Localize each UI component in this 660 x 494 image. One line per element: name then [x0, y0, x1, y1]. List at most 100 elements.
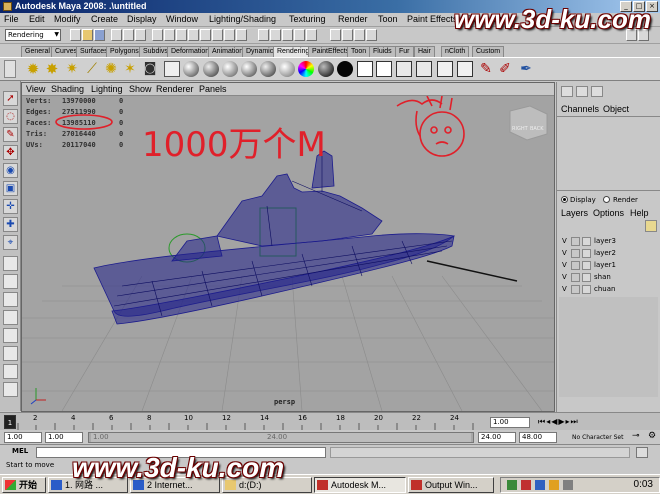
paint-icon[interactable]: ✎ — [478, 61, 494, 77]
custom-layout-icon[interactable] — [3, 382, 18, 397]
layer-visibility[interactable]: V — [562, 237, 567, 245]
menu-toon[interactable]: Toon — [378, 14, 398, 24]
panel-menu-lighting[interactable]: Lighting — [91, 84, 123, 94]
panel-menu-shading[interactable]: Shading — [51, 84, 84, 94]
select-deformations-icon[interactable] — [200, 29, 211, 41]
playback-start-field[interactable]: 1.00 — [45, 432, 83, 443]
render-radio[interactable] — [603, 196, 610, 203]
brush-icon[interactable]: ✒ — [518, 61, 534, 77]
menu-paint-effects[interactable]: Paint Effects — [407, 14, 457, 24]
character-set-menu[interactable]: No Character Set — [572, 432, 630, 443]
snap-view-plane-icon[interactable] — [294, 29, 305, 41]
soft-modification-icon[interactable]: ✚ — [3, 217, 18, 232]
panel-menu-view[interactable]: View — [26, 84, 45, 94]
layer-color-box[interactable] — [582, 273, 591, 282]
layer-visibility[interactable]: V — [562, 285, 567, 293]
show-manipulator-icon[interactable]: ⌖ — [3, 235, 18, 250]
layer-menu-layers[interactable]: Layers — [561, 208, 588, 218]
layer-row[interactable]: V chuan — [559, 284, 659, 295]
layer-row[interactable]: V layer1 — [559, 260, 659, 271]
material-sphere-icon[interactable] — [183, 61, 199, 77]
panel-menu-show[interactable]: Show — [129, 84, 152, 94]
select-tool-icon[interactable]: ➚ — [3, 91, 18, 106]
hypershade-persp-layout-icon[interactable] — [3, 328, 18, 343]
layer-menu-help[interactable]: Help — [630, 208, 649, 218]
paint-icon[interactable]: ✐ — [497, 61, 513, 77]
black-sphere-icon[interactable] — [337, 61, 353, 77]
single-perspective-layout-icon[interactable] — [3, 256, 18, 271]
display-radio[interactable] — [561, 196, 568, 203]
layer-row[interactable]: V layer3 — [559, 236, 659, 247]
current-time-marker[interactable]: 1 — [4, 415, 16, 429]
select-component-icon[interactable] — [135, 29, 146, 41]
shelf-tab-polygons[interactable]: Polygons — [106, 46, 143, 57]
key-icon[interactable]: ⊸ — [632, 431, 640, 441]
area-light-icon[interactable]: ⟋ — [84, 61, 100, 77]
persp-outliner-layout-icon[interactable] — [3, 292, 18, 307]
hypershade-icon[interactable] — [457, 61, 473, 77]
layer-type-box[interactable] — [571, 249, 580, 258]
batch-render-icon[interactable] — [416, 61, 432, 77]
layer-visibility[interactable]: V — [562, 273, 567, 281]
layer-row[interactable]: V shan — [559, 272, 659, 283]
custom-layout-icon[interactable] — [3, 364, 18, 379]
layer-row[interactable]: V layer2 — [559, 248, 659, 259]
select-joints-icon[interactable] — [164, 29, 175, 41]
camera-icon[interactable]: ◙ — [142, 61, 158, 77]
menu-texturing[interactable]: Texturing — [289, 14, 326, 24]
select-rendering-icon[interactable] — [224, 29, 235, 41]
lasso-tool-icon[interactable]: ◌ — [3, 109, 18, 124]
range-slider-bar[interactable]: 1.00 24.00 — [88, 432, 474, 443]
new-layer-icon[interactable] — [645, 220, 657, 232]
menu-render[interactable]: Render — [338, 14, 368, 24]
current-time-field[interactable]: 1.00 — [490, 417, 530, 428]
color-ball-icon[interactable] — [298, 61, 314, 77]
select-object-icon[interactable] — [123, 29, 134, 41]
shelf-tab-custom[interactable]: Custom — [472, 46, 505, 57]
start-button[interactable]: 开始 — [2, 477, 46, 493]
playback-end-field[interactable]: 24.00 — [478, 432, 516, 443]
tray-icon[interactable] — [549, 480, 559, 490]
panel-menu-panels[interactable]: Panels — [199, 84, 227, 94]
dark-sphere-icon[interactable] — [318, 61, 334, 77]
new-scene-icon[interactable] — [70, 29, 81, 41]
viewcube[interactable]: RIGHT BACK — [509, 105, 548, 141]
snap-grid-icon[interactable] — [258, 29, 269, 41]
layer-editor-toggle-icon[interactable] — [576, 86, 588, 97]
scale-tool-icon[interactable]: ▣ — [3, 181, 18, 196]
material-sphere-icon[interactable] — [241, 61, 257, 77]
render-settings-icon[interactable] — [366, 29, 377, 41]
persp-graph-layout-icon[interactable] — [3, 310, 18, 325]
taskbar-item-maya[interactable]: Autodesk M... — [314, 477, 406, 493]
channel-box-tab-channels[interactable]: Channels — [561, 104, 599, 114]
layer-type-box[interactable] — [571, 261, 580, 270]
make-live-icon[interactable] — [306, 29, 317, 41]
taskbar-item-output-window[interactable]: Output Win... — [408, 477, 494, 493]
spotlight-icon[interactable]: ✹ — [25, 61, 41, 77]
history-icon[interactable] — [330, 29, 341, 41]
render-settings-icon[interactable] — [376, 61, 392, 77]
shelf-menu-icon[interactable] — [4, 60, 16, 78]
render-view-icon[interactable] — [357, 61, 373, 77]
tray-icon[interactable] — [535, 480, 545, 490]
four-view-layout-icon[interactable] — [3, 274, 18, 289]
menu-window[interactable]: Window — [166, 14, 198, 24]
menu-file[interactable]: File — [4, 14, 19, 24]
mel-label[interactable]: MEL — [12, 447, 28, 455]
layer-color-box[interactable] — [582, 249, 591, 258]
shelf-tab-toon[interactable]: Toon — [347, 46, 371, 57]
save-scene-icon[interactable] — [94, 29, 105, 41]
select-hierarchy-icon[interactable] — [111, 29, 122, 41]
pointlight-icon[interactable]: ✸ — [44, 61, 60, 77]
render-icon[interactable] — [396, 61, 412, 77]
layer-color-box[interactable] — [582, 237, 591, 246]
shelf-tab-ncloth[interactable]: nCloth — [441, 46, 470, 57]
snap-curve-icon[interactable] — [270, 29, 281, 41]
snap-point-icon[interactable] — [282, 29, 293, 41]
material-sphere-icon[interactable] — [203, 61, 219, 77]
range-slider-handle[interactable]: 1.00 24.00 — [91, 433, 471, 442]
animation-end-field[interactable]: 48.00 — [519, 432, 557, 443]
layer-visibility[interactable]: V — [562, 261, 567, 269]
material-sphere-icon[interactable] — [260, 61, 276, 77]
channel-box-tab-object[interactable]: Object — [603, 104, 629, 114]
